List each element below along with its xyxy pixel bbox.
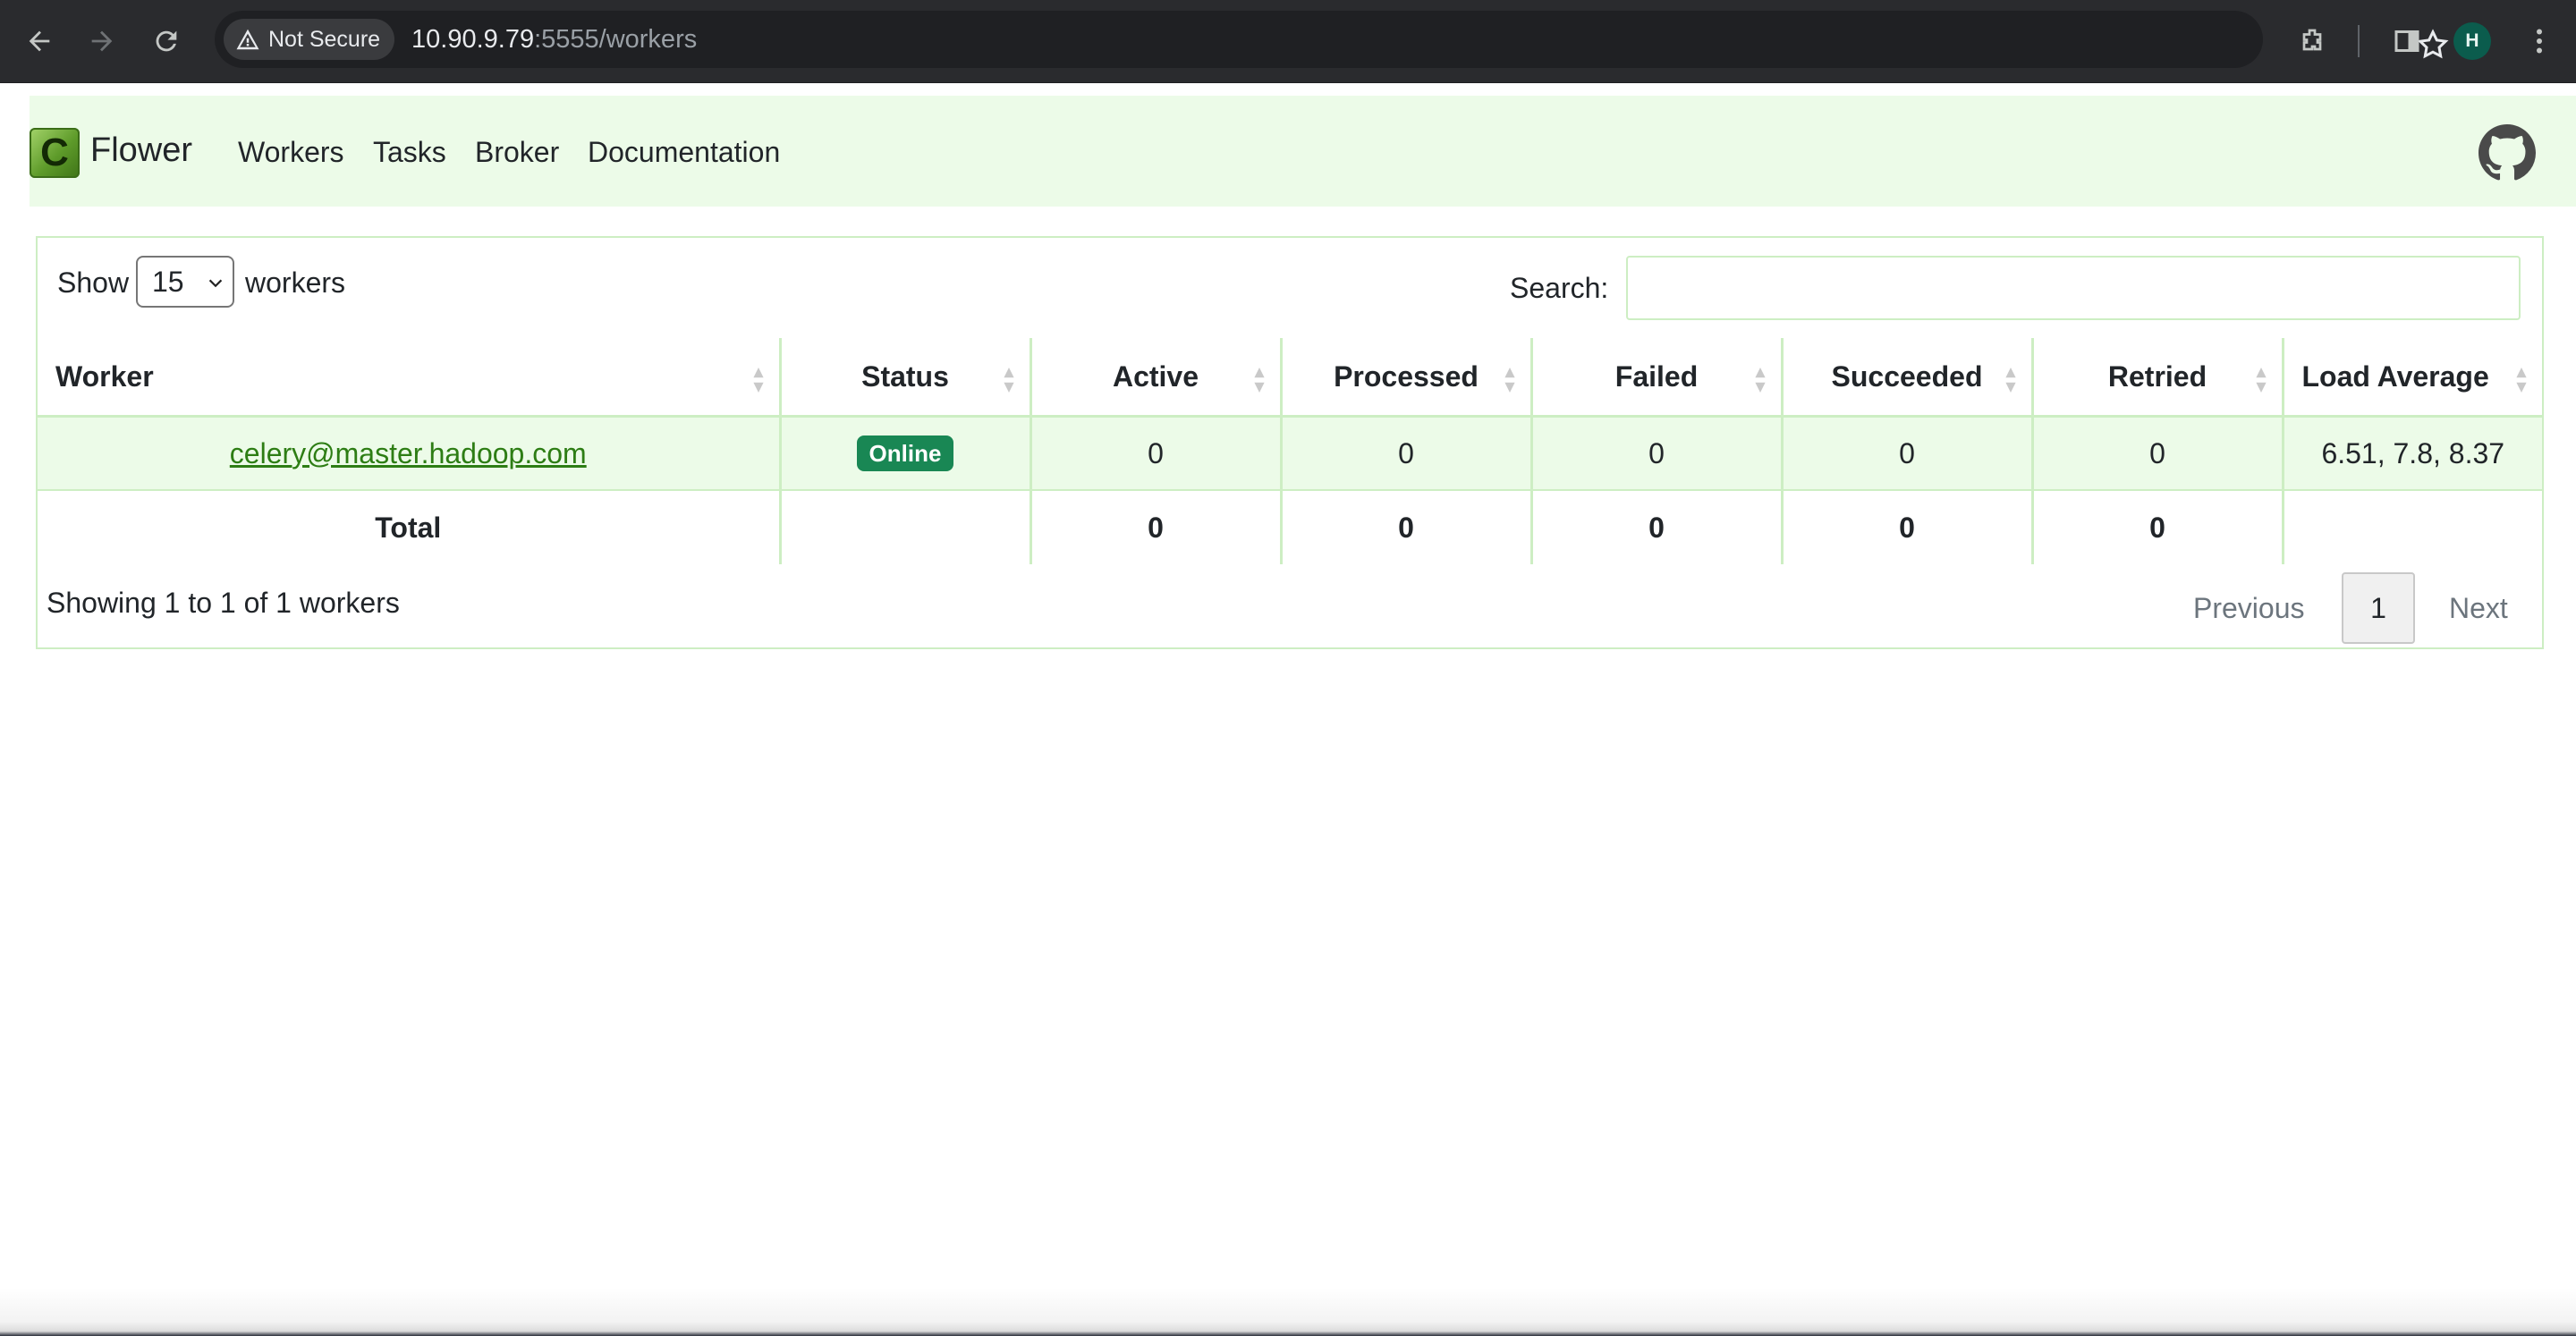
cell-processed: 0 — [1279, 416, 1531, 491]
forward-button[interactable] — [80, 20, 123, 63]
column-header-active[interactable]: Active — [1029, 338, 1281, 418]
total-load-average — [2281, 490, 2542, 564]
column-label: Active — [1112, 359, 1199, 393]
browser-toolbar: Not Secure 10.90.9.79:5555/workers H — [0, 0, 2576, 83]
side-panel-icon — [2394, 30, 2419, 52]
extensions-button[interactable] — [2291, 20, 2334, 63]
sort-icon — [2516, 368, 2527, 393]
page-length-select[interactable]: 15 — [136, 256, 234, 308]
column-header-load-average[interactable]: Load Average — [2281, 338, 2542, 418]
column-header-status[interactable]: Status — [778, 338, 1030, 418]
reload-button[interactable] — [145, 20, 188, 63]
celery-logo-icon[interactable]: C — [30, 128, 80, 178]
warning-icon — [236, 29, 259, 50]
workers-table: Worker Status Active Processed Failed Su… — [38, 338, 2542, 564]
cell-retried: 0 — [2030, 416, 2283, 491]
table-info: Showing 1 to 1 of 1 workers — [47, 587, 400, 619]
url-path: :5555/workers — [534, 25, 698, 54]
column-label: Succeeded — [1831, 359, 1983, 393]
total-row: Total 0 0 0 0 0 — [38, 490, 2542, 564]
cell-worker: celery@master.hadoop.com — [38, 416, 780, 491]
search-input[interactable] — [1626, 256, 2521, 320]
status-badge: Online — [856, 435, 954, 471]
nav-tasks[interactable]: Tasks — [373, 136, 446, 169]
column-label: Worker — [55, 359, 154, 393]
column-label: Retried — [2107, 359, 2207, 393]
sort-icon — [752, 368, 764, 393]
column-header-failed[interactable]: Failed — [1530, 338, 1782, 418]
toolbar-separator — [2358, 25, 2360, 57]
arrow-left-icon — [29, 30, 50, 52]
brand-name[interactable]: Flower — [90, 131, 192, 170]
total-failed: 0 — [1530, 490, 1782, 564]
cell-load-average: 6.51, 7.8, 8.37 — [2281, 416, 2542, 491]
search-label: Search: — [1510, 272, 1609, 304]
sort-icon — [1504, 368, 1515, 393]
total-status — [778, 490, 1030, 564]
page-length-value: 15 — [152, 266, 184, 298]
window-bottom-edge — [0, 1288, 2576, 1336]
profile-avatar[interactable]: H — [2453, 22, 2491, 60]
worker-link[interactable]: celery@master.hadoop.com — [230, 437, 587, 469]
back-button[interactable] — [18, 20, 61, 63]
github-icon[interactable] — [2479, 124, 2536, 182]
more-vert-icon — [2537, 29, 2542, 54]
nav-workers[interactable]: Workers — [238, 136, 344, 169]
cell-failed: 0 — [1530, 416, 1782, 491]
show-label: Show — [57, 266, 130, 299]
nav-broker[interactable]: Broker — [475, 136, 559, 169]
sort-icon — [1754, 368, 1766, 393]
cell-status: Online — [778, 416, 1030, 491]
total-succeeded: 0 — [1780, 490, 2032, 564]
column-label: Load Average — [2301, 359, 2489, 393]
top-navbar: C Flower Workers Tasks Broker Documentat… — [30, 96, 2576, 207]
url-text[interactable]: 10.90.9.79:5555/workers — [411, 11, 697, 68]
column-label: Failed — [1614, 359, 1699, 393]
table-row: celery@master.hadoop.com Online 0 0 0 0 … — [38, 416, 2542, 491]
column-label: Status — [861, 359, 949, 393]
total-retried: 0 — [2030, 490, 2283, 564]
column-header-retried[interactable]: Retried — [2030, 338, 2283, 418]
total-label: Total — [375, 511, 442, 544]
sort-icon — [1003, 368, 1014, 393]
address-bar[interactable]: Not Secure 10.90.9.79:5555/workers — [215, 11, 2449, 68]
column-header-processed[interactable]: Processed — [1279, 338, 1531, 418]
page-1-button[interactable]: 1 — [2342, 572, 2415, 644]
total-active: 0 — [1029, 490, 1281, 564]
browser-menu-button[interactable] — [2518, 20, 2561, 63]
sort-icon — [2255, 368, 2267, 393]
previous-button[interactable]: Previous — [2193, 592, 2305, 625]
column-header-worker[interactable]: Worker — [38, 338, 780, 418]
total-processed: 0 — [1279, 490, 1531, 564]
puzzle-icon — [2302, 29, 2322, 51]
security-label: Not Secure — [268, 26, 381, 52]
cell-succeeded: 0 — [1780, 416, 2032, 491]
workers-panel: Show 15 workers Search: Worker Status Ac… — [36, 236, 2544, 649]
next-button[interactable]: Next — [2449, 592, 2508, 625]
side-panel-button[interactable] — [2385, 20, 2428, 63]
reload-icon — [156, 30, 177, 52]
column-label: Processed — [1334, 359, 1479, 393]
nav-documentation[interactable]: Documentation — [588, 136, 780, 169]
url-host: 10.90.9.79 — [411, 25, 535, 54]
column-header-succeeded[interactable]: Succeeded — [1780, 338, 2032, 418]
sort-icon — [2004, 368, 2016, 393]
security-chip[interactable]: Not Secure — [224, 19, 395, 60]
arrow-right-icon — [91, 30, 113, 52]
cell-active: 0 — [1029, 416, 1281, 491]
chevron-down-icon — [208, 279, 223, 288]
sort-icon — [1253, 368, 1265, 393]
workers-label: workers — [245, 266, 346, 299]
